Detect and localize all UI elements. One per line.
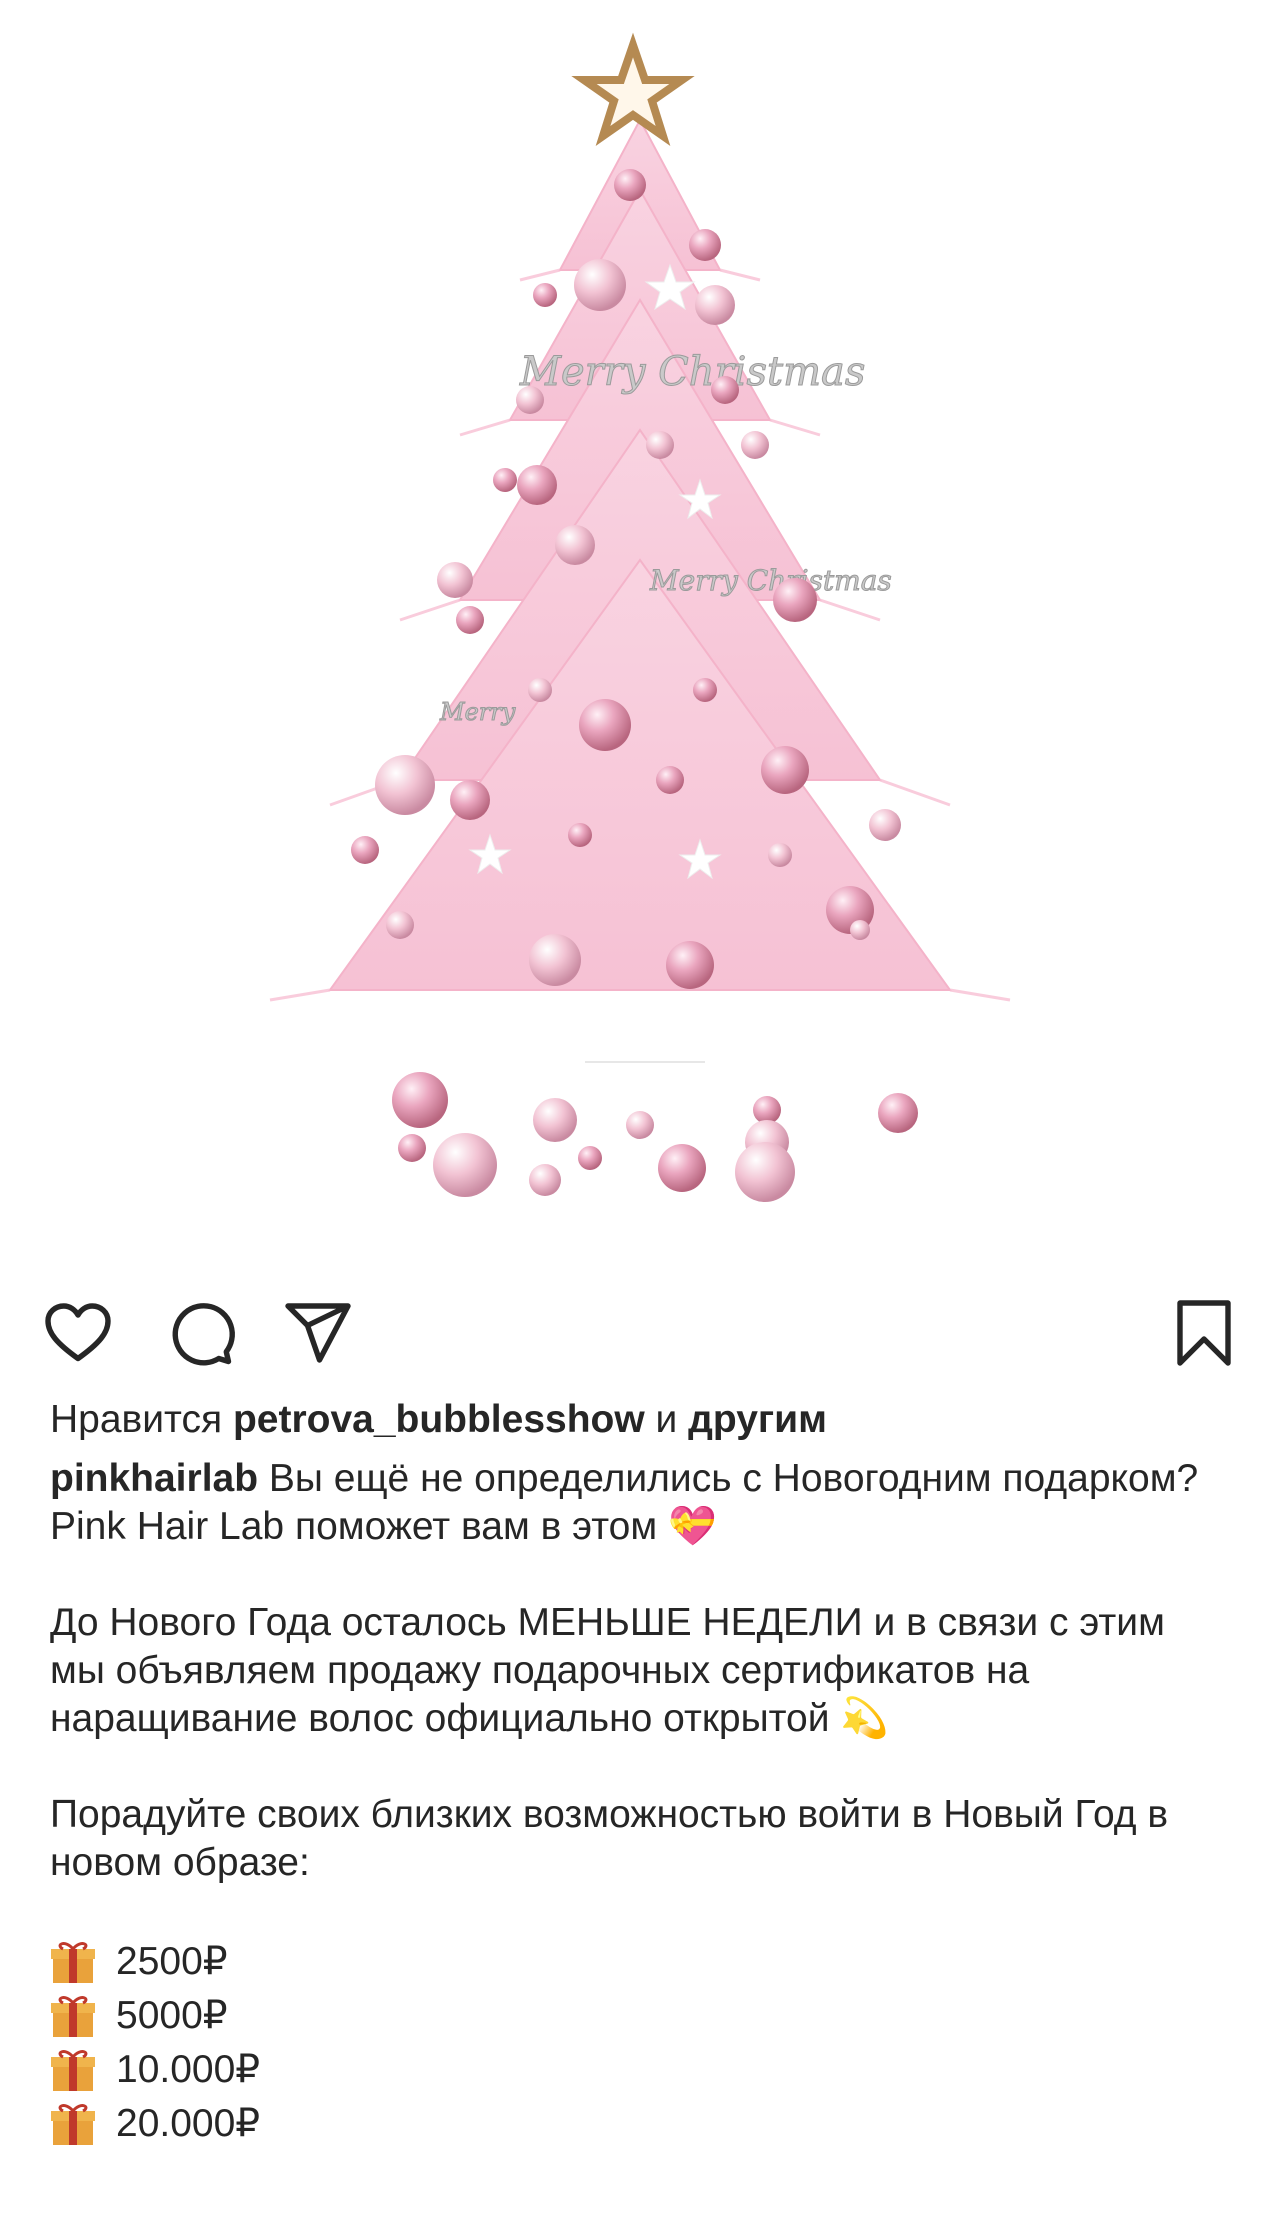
list-item: 20.000₽ — [50, 2097, 1224, 2151]
bookmark-icon — [1177, 1300, 1231, 1366]
svg-text:Merry Christmas: Merry Christmas — [649, 564, 892, 597]
likes-line: Нравится petrova_bubblesshow и другим — [50, 1395, 1224, 1445]
list-item: 10.000₽ — [50, 2043, 1224, 2097]
tree-sign-text: Merry Christmas — [519, 349, 865, 395]
caption-username[interactable]: pinkhairlab — [50, 1457, 258, 1500]
post-caption: pinkhairlab Вы ещё не определились с Нов… — [50, 1455, 1224, 2151]
svg-text:Merry: Merry — [439, 698, 516, 726]
caption-paragraph-2: До Нового Года осталось МЕНЬШЕ НЕДЕЛИ и … — [50, 1599, 1224, 1743]
likes-middle: и — [644, 1398, 689, 1441]
likes-prefix: Нравится — [50, 1398, 233, 1441]
gift-icon — [50, 1993, 96, 2039]
gift-icon — [50, 2047, 96, 2093]
gift-icon — [50, 1939, 96, 1985]
gift-amount: 2500₽ — [116, 1940, 228, 1983]
gift-amount: 10.000₽ — [116, 2048, 261, 2091]
gift-amount: 20.000₽ — [116, 2102, 261, 2145]
caption-paragraph-1: pinkhairlab Вы ещё не определились с Нов… — [50, 1455, 1224, 1551]
gift-amount: 5000₽ — [116, 1994, 228, 2037]
save-button[interactable] — [1166, 1295, 1242, 1371]
post-image[interactable]: Merry Christmas Merry Christmas Merry — [0, 0, 1284, 1250]
paper-plane-icon — [285, 1303, 351, 1363]
like-button[interactable] — [40, 1295, 116, 1371]
list-item: 2500₽ — [50, 1935, 1224, 1989]
heart-gift-emoji: 💝 — [668, 1504, 717, 1549]
caption-paragraph-3: Порадуйте своих близких возможностью вой… — [50, 1791, 1224, 1887]
liker-username[interactable]: petrova_bubblesshow — [233, 1398, 645, 1441]
caption-text-3: Порадуйте своих близких возможностью вой… — [50, 1793, 1169, 1884]
heart-icon — [45, 1303, 111, 1362]
caption-text-2: До Нового Года осталось МЕНЬШЕ НЕДЕЛИ и … — [50, 1601, 1165, 1740]
gift-certificate-list: 2500₽ 5000₽ 10.000₽ 20.000₽ — [50, 1935, 1224, 2151]
pink-christmas-tree-image: Merry Christmas Merry Christmas Merry — [269, 32, 1011, 1202]
tree-star — [571, 32, 695, 147]
comment-icon — [172, 1303, 235, 1366]
comment-button[interactable] — [162, 1295, 238, 1371]
likes-others-link[interactable]: другим — [688, 1398, 827, 1441]
dizzy-emoji: 💫 — [840, 1696, 889, 1741]
list-item: 5000₽ — [50, 1989, 1224, 2043]
gift-icon — [50, 2101, 96, 2147]
share-button[interactable] — [280, 1295, 356, 1371]
